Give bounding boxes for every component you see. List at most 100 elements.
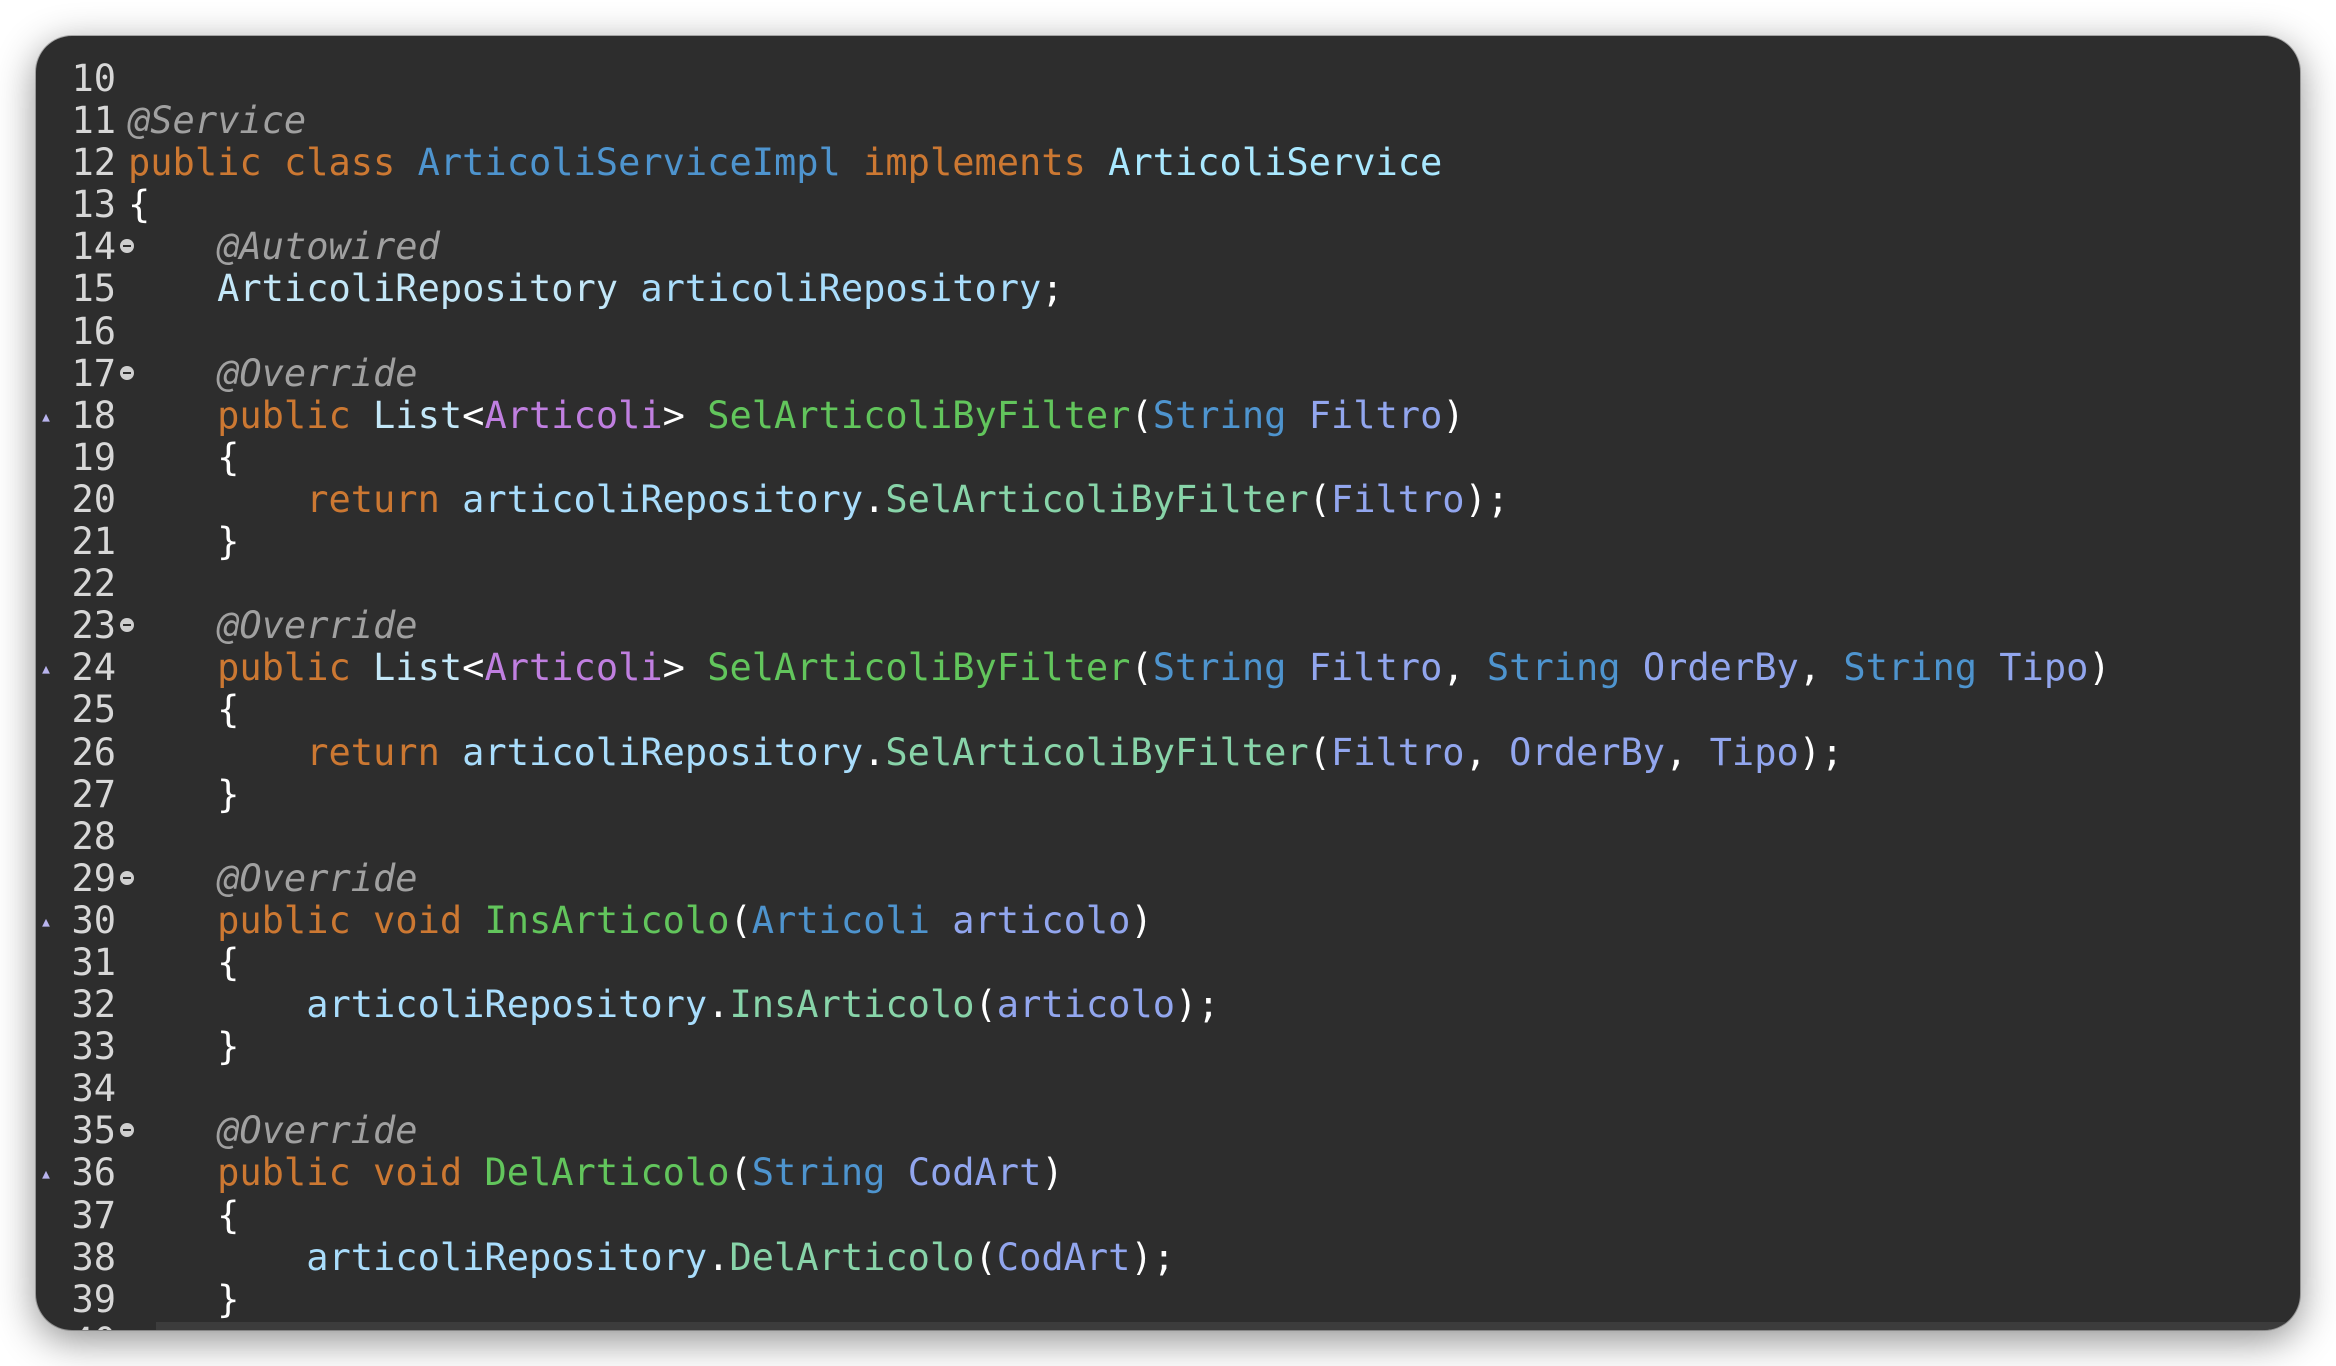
code-token: {: [128, 435, 240, 479]
code-line[interactable]: 32 articoliRepository.InsArticolo(artico…: [36, 983, 2300, 1027]
code-token: {: [128, 688, 240, 732]
line-source: {: [128, 435, 240, 479]
code-line[interactable]: 37 {: [36, 1194, 2300, 1237]
code-token: Articoli: [484, 646, 663, 690]
line-number: 35: [71, 1109, 116, 1153]
code-token: .: [707, 1235, 730, 1279]
code-token: (: [1308, 477, 1331, 521]
code-token: ): [1041, 1151, 1064, 1195]
code-line[interactable]: 26 return articoliRepository.SelArticoli…: [36, 730, 2300, 774]
code-token: Articoli: [484, 393, 663, 437]
code-line[interactable]: 10: [36, 57, 2300, 100]
line-number: 34: [71, 1067, 116, 1111]
code-token: ;: [1041, 267, 1064, 311]
line-number: 21: [71, 520, 116, 564]
line-source: {: [128, 940, 240, 984]
code-token: (: [974, 983, 997, 1027]
code-line[interactable]: 20 return articoliRepository.SelArticoli…: [36, 477, 2300, 521]
line-source: public class ArticoliServiceImpl impleme…: [128, 142, 1442, 184]
line-number: 36: [71, 1151, 116, 1195]
code-line[interactable]: 14 @Autowired: [36, 226, 2300, 268]
line-number: 20: [71, 477, 116, 521]
code-line[interactable]: ▴ 18 public List<Articoli> SelArticoliByF…: [36, 393, 2300, 437]
line-source: {: [128, 1194, 239, 1237]
code-line[interactable]: ▴ 24 public List<Articoli> SelArticoliByF…: [36, 647, 2300, 689]
code-token: Articoli: [751, 898, 953, 942]
code-line[interactable]: 33 }: [36, 1026, 2300, 1068]
code-token: implements: [863, 141, 1109, 185]
code-token: DelArticolo: [729, 1235, 975, 1279]
line-source: public List<Articoli> SelArticoliByFilte…: [128, 647, 2111, 689]
code-token: List: [373, 646, 463, 690]
code-token: SelArticoliByFilter: [707, 393, 1131, 437]
code-line[interactable]: 27 }: [36, 772, 2300, 816]
code-line[interactable]: 29 @Override: [36, 856, 2300, 900]
line-number: 23: [71, 604, 116, 648]
code-token: <: [462, 393, 485, 437]
code-line[interactable]: ▴ 36 public void DelArticolo(String CodAr…: [36, 1152, 2300, 1194]
line-source: {: [128, 184, 150, 226]
code-line[interactable]: ▴ 30 public void InsArticolo(Articoli art…: [36, 898, 2300, 942]
line-number: 12: [71, 141, 116, 185]
line-source: return articoliRepository.SelArticoliByF…: [128, 477, 1509, 521]
code-token: ,: [1464, 730, 1510, 774]
line-source: @Override: [128, 857, 418, 900]
code-area[interactable]: 10 11 @Service 12 public class ArticoliServi…: [36, 36, 2300, 1330]
line-source: @Override: [128, 352, 418, 395]
code-line[interactable]: 23 @Override: [36, 605, 2300, 647]
code-line[interactable]: 22: [36, 563, 2300, 605]
line-number: 40: [36, 1320, 116, 1330]
code-line[interactable]: 34: [36, 1068, 2300, 1110]
code-token: (: [974, 1235, 997, 1279]
code-token: Filtro: [1330, 477, 1465, 521]
code-line[interactable]: 28: [36, 815, 2300, 858]
code-token: articoliRepository: [128, 1235, 708, 1279]
code-token: ArticoliService: [1108, 141, 1443, 185]
code-line[interactable]: 17 @Override: [36, 352, 2300, 395]
code-line[interactable]: 38 articoliRepository.DelArticolo(CodArt…: [36, 1235, 2300, 1279]
code-token: return: [128, 730, 463, 774]
line-source: articoliRepository.DelArticolo(CodArt);: [128, 1235, 1175, 1279]
code-token: InsArticolo: [484, 898, 730, 942]
code-line[interactable]: 12 public class ArticoliServiceImpl imple…: [36, 142, 2300, 184]
code-token: {: [128, 940, 240, 984]
code-token: public: [128, 393, 374, 437]
code-token: }: [128, 1277, 240, 1321]
code-token: Filtro: [1308, 393, 1443, 437]
code-token: return: [128, 477, 463, 521]
code-token: }: [128, 1025, 240, 1069]
code-line[interactable]: 13 {: [36, 184, 2300, 226]
code-line[interactable]: 35 @Override: [36, 1110, 2300, 1152]
code-line[interactable]: 31 {: [36, 940, 2300, 984]
code-line[interactable]: 19 {: [36, 435, 2300, 479]
code-token: @Override: [128, 604, 418, 648]
code-token: DelArticolo: [484, 1151, 730, 1195]
line-number: 14: [71, 225, 116, 269]
code-token: }: [128, 520, 240, 564]
line-number: 18: [71, 393, 116, 437]
horizontal-scrollbar[interactable]: [156, 1322, 2300, 1330]
line-number: 29: [71, 856, 116, 900]
code-token: @Autowired: [128, 225, 440, 269]
code-token: articoliRepository: [462, 730, 864, 774]
code-token: articoliRepository: [640, 267, 1042, 311]
line-source: }: [128, 773, 239, 816]
code-line[interactable]: 21 }: [36, 520, 2300, 564]
code-token: (: [729, 1151, 752, 1195]
code-line[interactable]: 39 }: [36, 1277, 2300, 1321]
line-number: 25: [71, 688, 116, 732]
code-line[interactable]: 11 @Service: [36, 99, 2300, 143]
code-line[interactable]: 15 ArticoliRepository articoliRepository…: [36, 268, 2300, 310]
code-line[interactable]: 25 {: [36, 689, 2300, 731]
line-number: 32: [71, 983, 116, 1027]
code-token: ): [2088, 646, 2111, 690]
code-token: Filtro: [1308, 646, 1443, 690]
code-line[interactable]: 16: [36, 310, 2300, 353]
line-source: articoliRepository.InsArticolo(articolo)…: [128, 983, 1219, 1027]
line-number: 27: [71, 772, 116, 816]
code-token: ArticoliServiceImpl: [417, 141, 864, 185]
code-token: SelArticoliByFilter: [707, 646, 1131, 690]
line-source: @Autowired: [128, 226, 440, 268]
code-token: @Service: [128, 99, 307, 143]
code-token: articoliRepository: [462, 477, 864, 521]
